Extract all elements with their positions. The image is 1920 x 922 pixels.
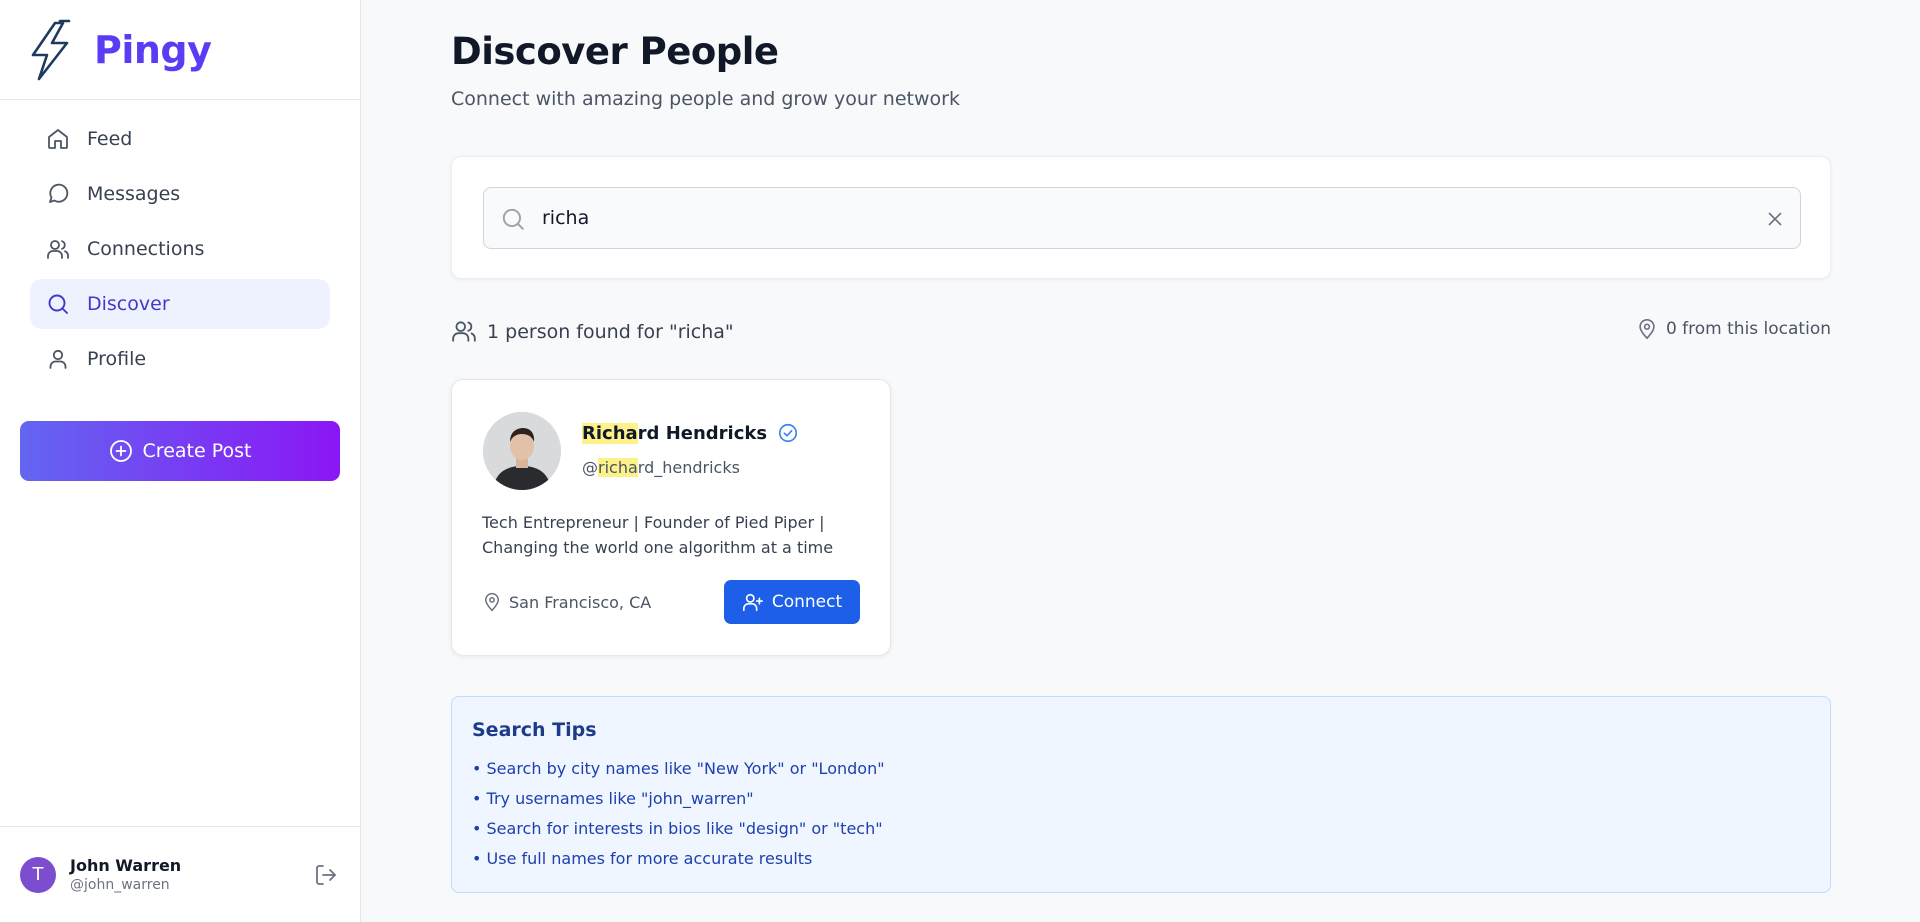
location-count: 0 from this location [1636, 318, 1831, 340]
user-plus-icon [742, 591, 764, 613]
connect-button[interactable]: Connect [724, 580, 860, 624]
search-input[interactable] [542, 198, 1742, 238]
results-summary-row: 1 person found for "richa" 0 from this l… [451, 318, 1831, 350]
person-location-text: San Francisco, CA [509, 592, 652, 612]
home-icon [45, 126, 71, 152]
sidebar: Pingy Feed Messages Connections Discover [0, 0, 361, 922]
search-icon [45, 291, 71, 317]
message-circle-icon [45, 181, 71, 207]
create-post-label: Create Post [142, 440, 252, 462]
page-title: Discover People [451, 30, 779, 73]
sidebar-item-feed[interactable]: Feed [30, 114, 330, 164]
search-card [451, 156, 1831, 279]
map-pin-icon [482, 592, 502, 612]
search-icon [500, 206, 526, 232]
location-count-text: 0 from this location [1665, 319, 1831, 339]
verified-badge-icon [777, 422, 799, 444]
person-handle: @richard_hendricks [582, 458, 740, 477]
create-post-button[interactable]: Create Post [20, 421, 340, 481]
plus-circle-icon [109, 439, 133, 463]
close-icon[interactable] [1764, 208, 1786, 230]
search-tips: Search Tips • Search by city names like … [451, 696, 1831, 893]
results-count: 1 person found for "richa" [451, 318, 734, 346]
user-handle: @john_warren [70, 877, 170, 893]
person-location: San Francisco, CA [482, 592, 651, 612]
sidebar-item-connections[interactable]: Connections [30, 224, 330, 274]
sidebar-nav: Feed Messages Connections Discover Profi… [0, 100, 360, 384]
user-icon [45, 346, 71, 372]
user-info: John Warren @john_warren [70, 856, 181, 893]
sidebar-item-label: Messages [87, 183, 181, 205]
app-name: Pingy [94, 27, 212, 72]
handle-prefix: @ [582, 458, 598, 477]
name-rest: rd Hendricks [637, 422, 768, 444]
user-name: John Warren [70, 856, 182, 875]
search-tip: • Use full names for more accurate resul… [472, 849, 813, 868]
sidebar-item-label: Profile [87, 348, 147, 370]
users-icon [451, 318, 479, 346]
sidebar-item-discover[interactable]: Discover [30, 279, 330, 329]
sidebar-item-profile[interactable]: Profile [30, 334, 330, 384]
map-pin-icon [1636, 318, 1658, 340]
search-tip: • Search for interests in bios like "des… [472, 819, 883, 838]
avatar[interactable] [483, 412, 561, 490]
search-box [483, 187, 1801, 249]
results-summary-text: 1 person found for "richa" [487, 321, 734, 343]
person-card[interactable]: Richa rd Hendricks @richard_hendricks Tec… [451, 379, 891, 656]
logout-icon[interactable] [312, 861, 340, 889]
users-icon [45, 236, 71, 262]
search-tip: • Search by city names like "New York" o… [472, 759, 885, 778]
handle-rest: rd_hendricks [637, 458, 740, 477]
page-subtitle: Connect with amazing people and grow you… [451, 88, 960, 110]
sidebar-item-label: Connections [87, 238, 205, 260]
sidebar-item-label: Feed [87, 128, 133, 150]
person-name[interactable]: Richa rd Hendricks [582, 422, 799, 444]
handle-highlight: richa [598, 458, 638, 477]
avatar[interactable]: T [20, 856, 56, 893]
search-tips-title: Search Tips [472, 719, 597, 741]
logo[interactable]: Pingy [0, 0, 360, 100]
sidebar-item-messages[interactable]: Messages [30, 169, 330, 219]
sidebar-item-label: Discover [87, 293, 170, 315]
person-bio: Tech Entrepreneur | Founder of Pied Pipe… [482, 513, 834, 557]
connect-label: Connect [771, 592, 843, 612]
name-highlight: Richa [582, 422, 638, 444]
search-tip: • Try usernames like "john_warren" [472, 789, 754, 808]
current-user: T John Warren @john_warren [0, 826, 360, 922]
lightning-bolt-icon [24, 19, 76, 81]
